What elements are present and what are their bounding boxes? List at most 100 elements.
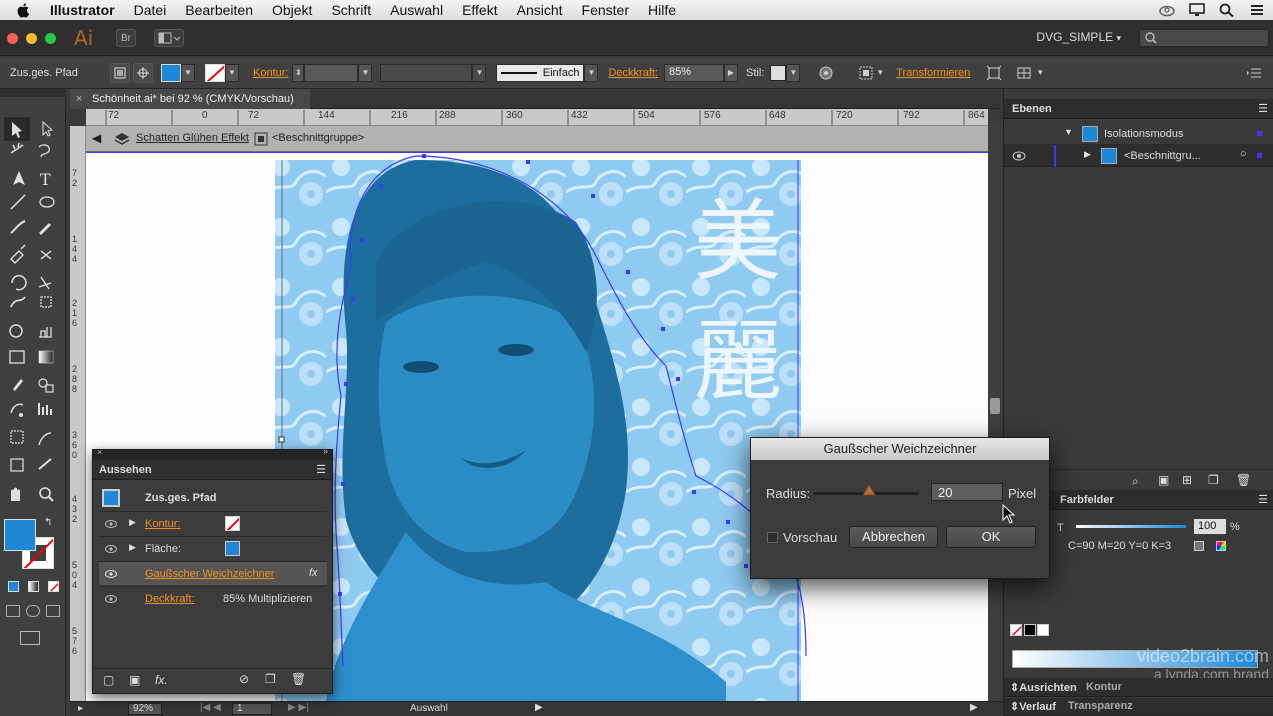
- variable-width-dropdown[interactable]: ▼: [472, 63, 487, 82]
- variable-width-profile-select[interactable]: [380, 63, 473, 82]
- isolate-selected-icon[interactable]: [986, 65, 1002, 81]
- stroke-weight-input[interactable]: [304, 63, 359, 82]
- menu-schrift[interactable]: Schrift: [331, 2, 371, 18]
- expand-triangle-icon[interactable]: ▶: [129, 517, 136, 528]
- close-icon[interactable]: ×: [97, 447, 102, 457]
- kontur-panel-link[interactable]: Kontur:: [253, 67, 288, 79]
- appearance-fill-row[interactable]: ▶ Fläche:: [99, 536, 327, 560]
- align-to-icon[interactable]: [858, 65, 874, 81]
- menu-auswahl[interactable]: Auswahl: [390, 2, 443, 18]
- preview-checkbox[interactable]: [767, 532, 778, 543]
- white-swatch[interactable]: [1037, 624, 1049, 636]
- next-artboard-icon[interactable]: ▶ ▶|: [288, 702, 309, 713]
- fx-icon[interactable]: fx: [309, 567, 318, 579]
- gradient-mode-button[interactable]: [28, 581, 39, 592]
- artboard-nav-icon[interactable]: ▸: [78, 703, 83, 714]
- vertical-ruler[interactable]: 7 2 1 4 4 2 1 6 2 8 8 3 6 0 4 3 2 5 0 4 …: [70, 126, 86, 701]
- status-menu-arrow-icon[interactable]: ▶: [535, 702, 543, 713]
- draw-behind-button[interactable]: [26, 605, 40, 617]
- document-tab[interactable]: × Schönheit.ai* bei 92 % (CMYK/Vorschau): [70, 89, 310, 109]
- make-clipping-mask-icon[interactable]: ▣: [1158, 473, 1169, 487]
- zoom-select[interactable]: 92%: [128, 703, 162, 715]
- stroke-label-link[interactable]: Kontur:: [145, 518, 180, 530]
- tab-kontur[interactable]: Kontur: [1086, 681, 1122, 693]
- opacity-input[interactable]: 85%: [663, 63, 724, 82]
- bounding-box-handle[interactable]: [278, 436, 285, 443]
- tint-slider[interactable]: [1076, 525, 1186, 528]
- selection-indicator[interactable]: [1257, 153, 1262, 158]
- trash-icon[interactable]: 🗑: [291, 672, 306, 686]
- appearance-stroke-row[interactable]: ▶ Kontur:: [99, 511, 327, 535]
- stroke-dropdown[interactable]: ▼: [225, 63, 239, 82]
- duplicate-item-icon[interactable]: ❐: [265, 672, 276, 686]
- menu-bearbeiten[interactable]: Bearbeiten: [185, 2, 253, 18]
- artboard-number-select[interactable]: 1: [232, 703, 272, 715]
- visibility-eye-icon[interactable]: [105, 595, 117, 603]
- display-icon[interactable]: [1189, 3, 1205, 17]
- color-mode-button[interactable]: [8, 581, 19, 592]
- selection-indicator[interactable]: [1257, 131, 1262, 136]
- breadcrumb-clip-group[interactable]: <Beschnittgruppe>: [272, 132, 364, 144]
- visibility-eye-icon[interactable]: [105, 545, 117, 553]
- menu-objekt[interactable]: Objekt: [272, 2, 312, 18]
- fill-color-swatch[interactable]: [161, 63, 181, 82]
- tab-verlauf[interactable]: ⇕Verlauf: [1010, 700, 1056, 713]
- stroke-swatch[interactable]: [225, 516, 240, 531]
- ok-button[interactable]: OK: [946, 526, 1036, 548]
- window-close-button[interactable]: [7, 33, 18, 44]
- edit-contents-button[interactable]: [133, 62, 153, 83]
- tab-ausrichten[interactable]: ⇕Ausrichten: [1010, 681, 1077, 694]
- black-swatch[interactable]: [1024, 624, 1036, 636]
- fill-color-box-front[interactable]: [4, 519, 36, 551]
- menu-fenster[interactable]: Fenster: [582, 2, 629, 18]
- stroke-weight-stepper[interactable]: ⬍: [292, 63, 305, 82]
- color-spectrum-icon[interactable]: [1216, 541, 1226, 551]
- cancel-button[interactable]: Abbrechen: [849, 526, 938, 548]
- horizontal-ruler[interactable]: 72 72 144 216 288 360 432 504 576 648 72…: [86, 109, 988, 126]
- menu-effekt[interactable]: Effekt: [462, 2, 498, 18]
- radius-slider[interactable]: [813, 484, 919, 496]
- brush-definition-select[interactable]: Einfach: [496, 63, 585, 82]
- help-search-input[interactable]: [1139, 29, 1269, 47]
- window-minimize-button[interactable]: [26, 33, 37, 44]
- layer-row-clipgroup[interactable]: ▶ <Beschnittgru... ○: [1004, 145, 1273, 167]
- expand-triangle-icon[interactable]: ▶: [129, 542, 136, 553]
- recolor-artwork-icon[interactable]: [818, 65, 834, 81]
- control-bar-menu-icon[interactable]: [1247, 67, 1261, 79]
- add-new-effect-icon[interactable]: fx.: [155, 673, 168, 687]
- expand-triangle-icon[interactable]: ▶: [1084, 149, 1091, 160]
- collapse-icon[interactable]: »: [323, 446, 328, 456]
- draw-inside-button[interactable]: [46, 605, 60, 617]
- panel-menu-icon[interactable]: ☰: [1258, 102, 1268, 115]
- vertical-scrollbar[interactable]: [988, 126, 1002, 701]
- menu-datei[interactable]: Datei: [134, 2, 167, 18]
- tint-input[interactable]: 100: [1194, 519, 1226, 534]
- make-envelope-icon[interactable]: [1016, 65, 1032, 81]
- bridge-button[interactable]: Br: [116, 29, 136, 47]
- target-circle-icon[interactable]: ○: [1240, 148, 1247, 160]
- none-swatch[interactable]: [1010, 624, 1022, 636]
- brush-dropdown[interactable]: ▼: [584, 63, 599, 82]
- gaussian-blur-effect-link[interactable]: Gaußscher Weichzeichner: [145, 568, 274, 580]
- none-mode-button[interactable]: [48, 581, 59, 592]
- clear-appearance-icon[interactable]: ⊘: [239, 672, 249, 686]
- panel-menu-icon[interactable]: ☰: [316, 463, 326, 476]
- out-of-gamut-icon[interactable]: [1194, 541, 1204, 551]
- appearance-panel-title[interactable]: Aussehen: [99, 464, 152, 476]
- visibility-eye-icon[interactable]: [1012, 151, 1026, 161]
- graphic-style-swatch[interactable]: [770, 64, 787, 81]
- stroke-color-swatch[interactable]: [205, 63, 225, 82]
- expand-triangle-icon[interactable]: ▼: [1064, 127, 1073, 137]
- scroll-thumb[interactable]: [990, 398, 1000, 414]
- back-arrow-icon[interactable]: ◀: [92, 131, 101, 145]
- dialog-title[interactable]: Gaußscher Weichzeichner: [751, 438, 1049, 460]
- arrange-documents-button[interactable]: [154, 29, 184, 47]
- transformieren-panel-link[interactable]: Transformieren: [896, 67, 970, 79]
- opacity-label-link[interactable]: Deckkraft:: [145, 593, 195, 605]
- layers-panel-title[interactable]: Ebenen: [1012, 103, 1052, 115]
- workspace-switcher[interactable]: DVG_SIMPLE ▾: [1036, 30, 1121, 44]
- creative-cloud-icon[interactable]: [1159, 3, 1175, 17]
- breadcrumb-effect-group[interactable]: Schatten Glühen Effekt: [136, 132, 249, 144]
- radius-input[interactable]: 20: [931, 483, 1003, 501]
- visibility-eye-icon[interactable]: [105, 570, 117, 578]
